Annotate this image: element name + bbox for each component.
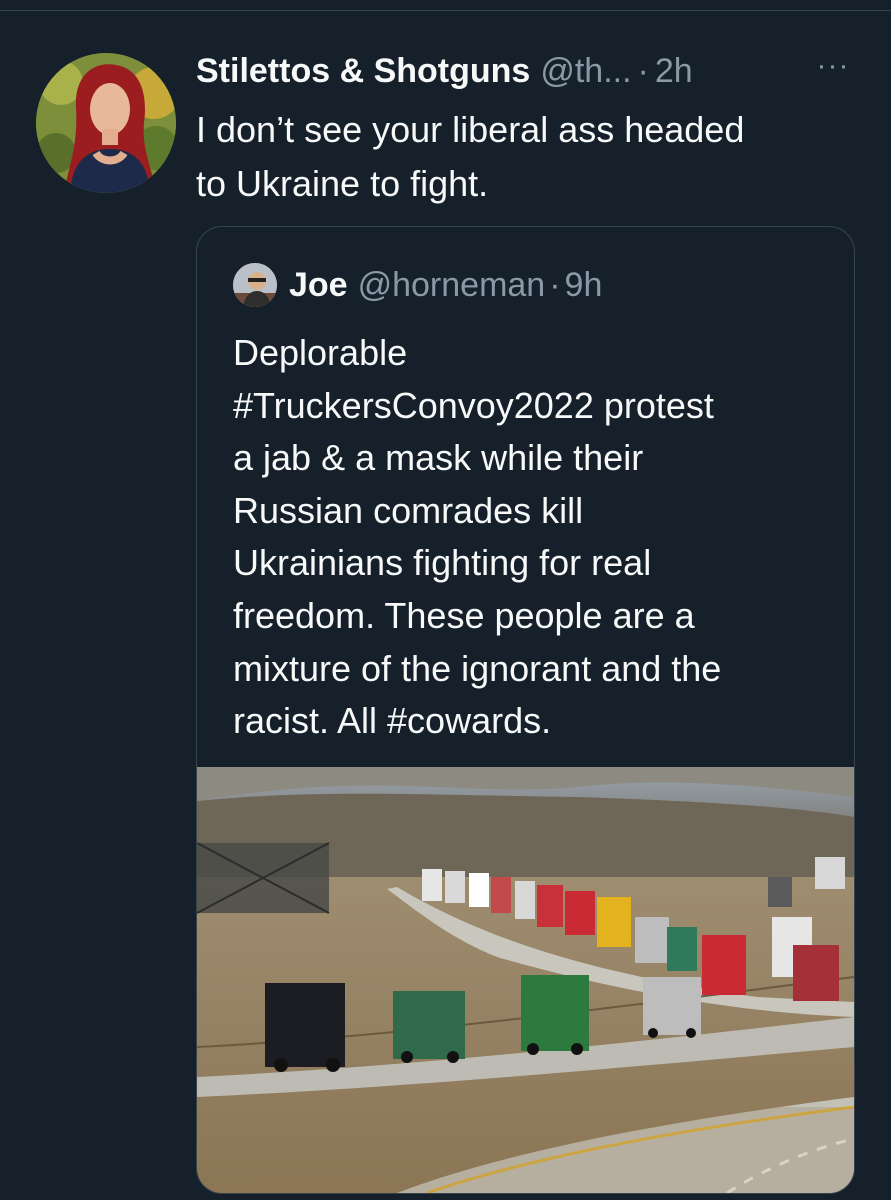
quoted-author-avatar[interactable]: [233, 263, 277, 307]
tweet-timestamp[interactable]: 2h: [655, 49, 693, 93]
quoted-author-handle[interactable]: @horneman: [358, 266, 546, 305]
tweet-header: Stilettos & Shotguns @th... · 2h: [196, 49, 836, 93]
author-handle[interactable]: @th...: [540, 49, 631, 93]
author-avatar[interactable]: [36, 53, 176, 193]
separator-dot: ·: [637, 52, 649, 90]
quoted-text-line: #TruckersConvoy2022 protest: [233, 384, 714, 426]
quoted-tweet-timestamp[interactable]: 9h: [565, 266, 603, 305]
quoted-text-line: Deplorable: [233, 332, 408, 373]
quoted-tweet-text: Deplorable #TruckersConvoy2022 protest a…: [233, 327, 823, 748]
quoted-text-line: mixture of the ignorant and the: [233, 647, 722, 689]
top-divider: [0, 0, 891, 11]
quoted-separator-dot: ·: [549, 265, 561, 304]
quoted-media-photo[interactable]: [197, 767, 854, 1193]
quoted-tweet-header: Joe @horneman · 9h: [233, 263, 602, 307]
tweet-text-line: I don’t see your liberal ass headed: [196, 109, 745, 150]
quoted-text-line: Russian comrades kill: [233, 489, 584, 531]
quoted-text-line: Ukrainians fighting for real: [233, 542, 652, 584]
quoted-author-display-name[interactable]: Joe: [289, 266, 348, 305]
more-options-icon[interactable]: ···: [808, 51, 858, 81]
author-display-name[interactable]: Stilettos & Shotguns: [196, 49, 530, 93]
quoted-text-line: a jab & a mask while their: [233, 437, 644, 479]
tweet-text: I don’t see your liberal ass headed to U…: [196, 103, 856, 211]
tweet-text-line: to Ukraine to fight.: [196, 163, 489, 204]
tweet[interactable]: Stilettos & Shotguns @th... · 2h ··· I d…: [0, 11, 891, 1200]
truck-convoy-photo-icon: [197, 767, 854, 1193]
author-avatar-image: [36, 53, 176, 193]
quoted-text-line: freedom. These people are a: [233, 594, 695, 636]
quoted-tweet-card[interactable]: Joe @horneman · 9h Deplorable #TruckersC…: [196, 226, 855, 1194]
quoted-author-avatar-image: [233, 263, 277, 307]
quoted-text-line: racist. All #cowards.: [233, 700, 552, 742]
